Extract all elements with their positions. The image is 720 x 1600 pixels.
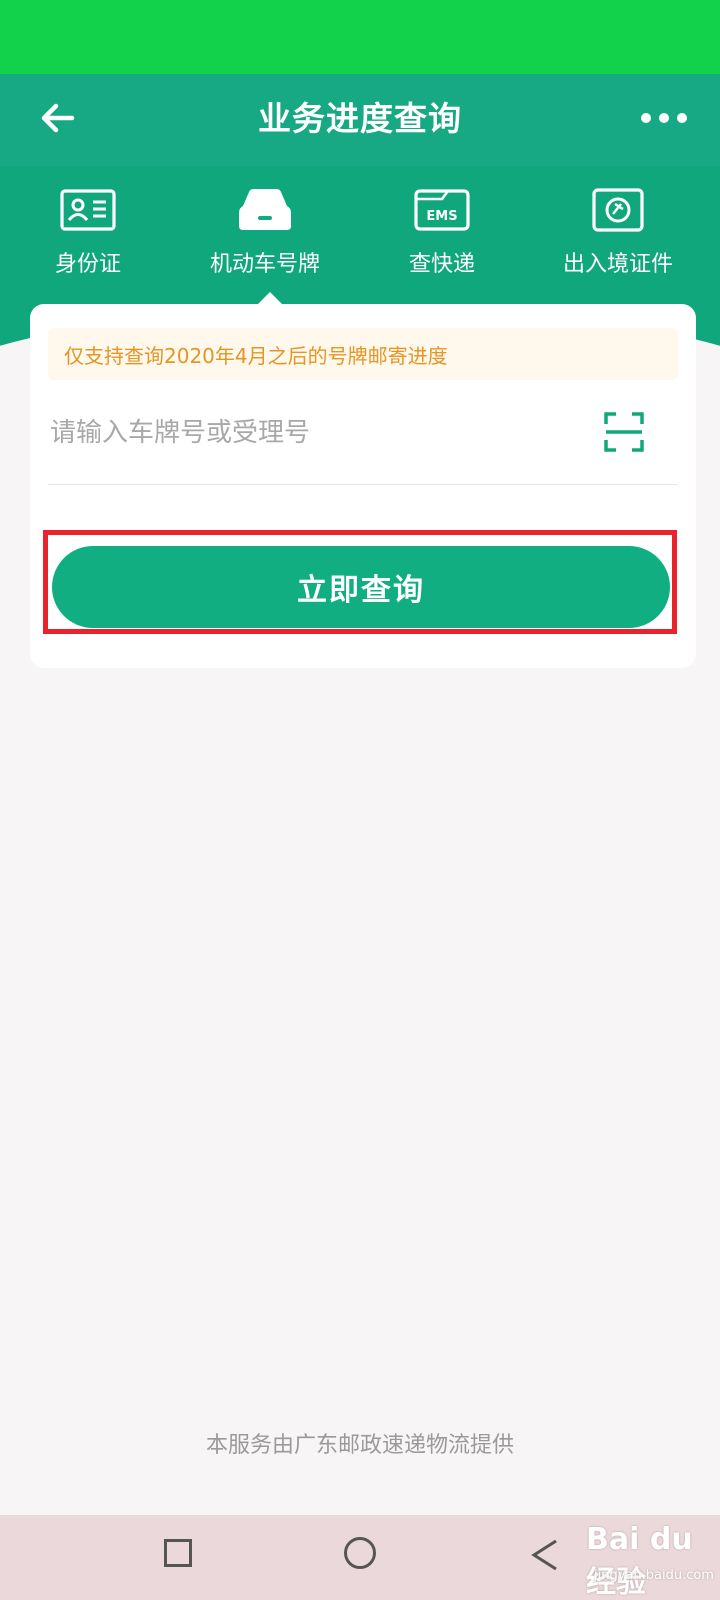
scan-icon[interactable] <box>602 410 646 454</box>
more-dots-icon <box>641 113 651 123</box>
tab-label: 机动车号牌 <box>209 252 320 277</box>
home-icon[interactable] <box>344 1537 376 1569</box>
top-navbar: 业务进度查询 <box>0 74 720 166</box>
baidu-watermark: Bai du 经验 jingyan.baidu.com <box>586 1518 716 1600</box>
page-title: 业务进度查询 <box>258 99 462 138</box>
watermark-logo: Bai du 经验 <box>586 1522 693 1600</box>
tab-express[interactable]: EMS 查快递 <box>357 178 527 288</box>
plate-number-input[interactable] <box>48 402 582 464</box>
provider-note: 本服务由广东邮政速递物流提供 <box>205 1433 514 1458</box>
notice-text: 仅支持查询2020年4月之后的号牌邮寄进度 <box>64 344 448 368</box>
notice-banner: 仅支持查询2020年4月之后的号牌邮寄进度 <box>48 328 678 380</box>
back-triangle-icon[interactable] <box>526 1535 566 1575</box>
recent-apps-icon[interactable] <box>164 1539 192 1567</box>
tab-label: 身份证 <box>54 252 121 277</box>
ems-icon-text: EMS <box>426 209 457 224</box>
tab-vehicle-plate[interactable]: 机动车号牌 <box>180 178 350 288</box>
query-button[interactable]: 立即查询 <box>52 546 670 628</box>
category-tabs: 身份证 机动车号牌 EMS 查快递 出入境证件 <box>0 178 720 288</box>
more-button[interactable] <box>634 96 694 140</box>
status-bar <box>0 0 720 74</box>
app-screen: 业务进度查询 身份证 机动车号牌 EMS 查快递 出入境证件 仅支持查询2020… <box>0 0 720 1600</box>
tab-label: 出入境证件 <box>562 252 673 277</box>
id-card-icon <box>60 189 116 231</box>
input-divider <box>48 484 678 485</box>
tab-passport[interactable]: 出入境证件 <box>533 178 703 288</box>
ems-icon: EMS <box>414 189 470 231</box>
passport-icon <box>592 188 644 232</box>
car-icon <box>239 189 291 230</box>
active-tab-indicator <box>258 292 282 304</box>
watermark-url: jingyan.baidu.com <box>594 1568 714 1583</box>
tab-id-card[interactable]: 身份证 <box>3 178 173 288</box>
tab-label: 查快递 <box>408 252 475 277</box>
